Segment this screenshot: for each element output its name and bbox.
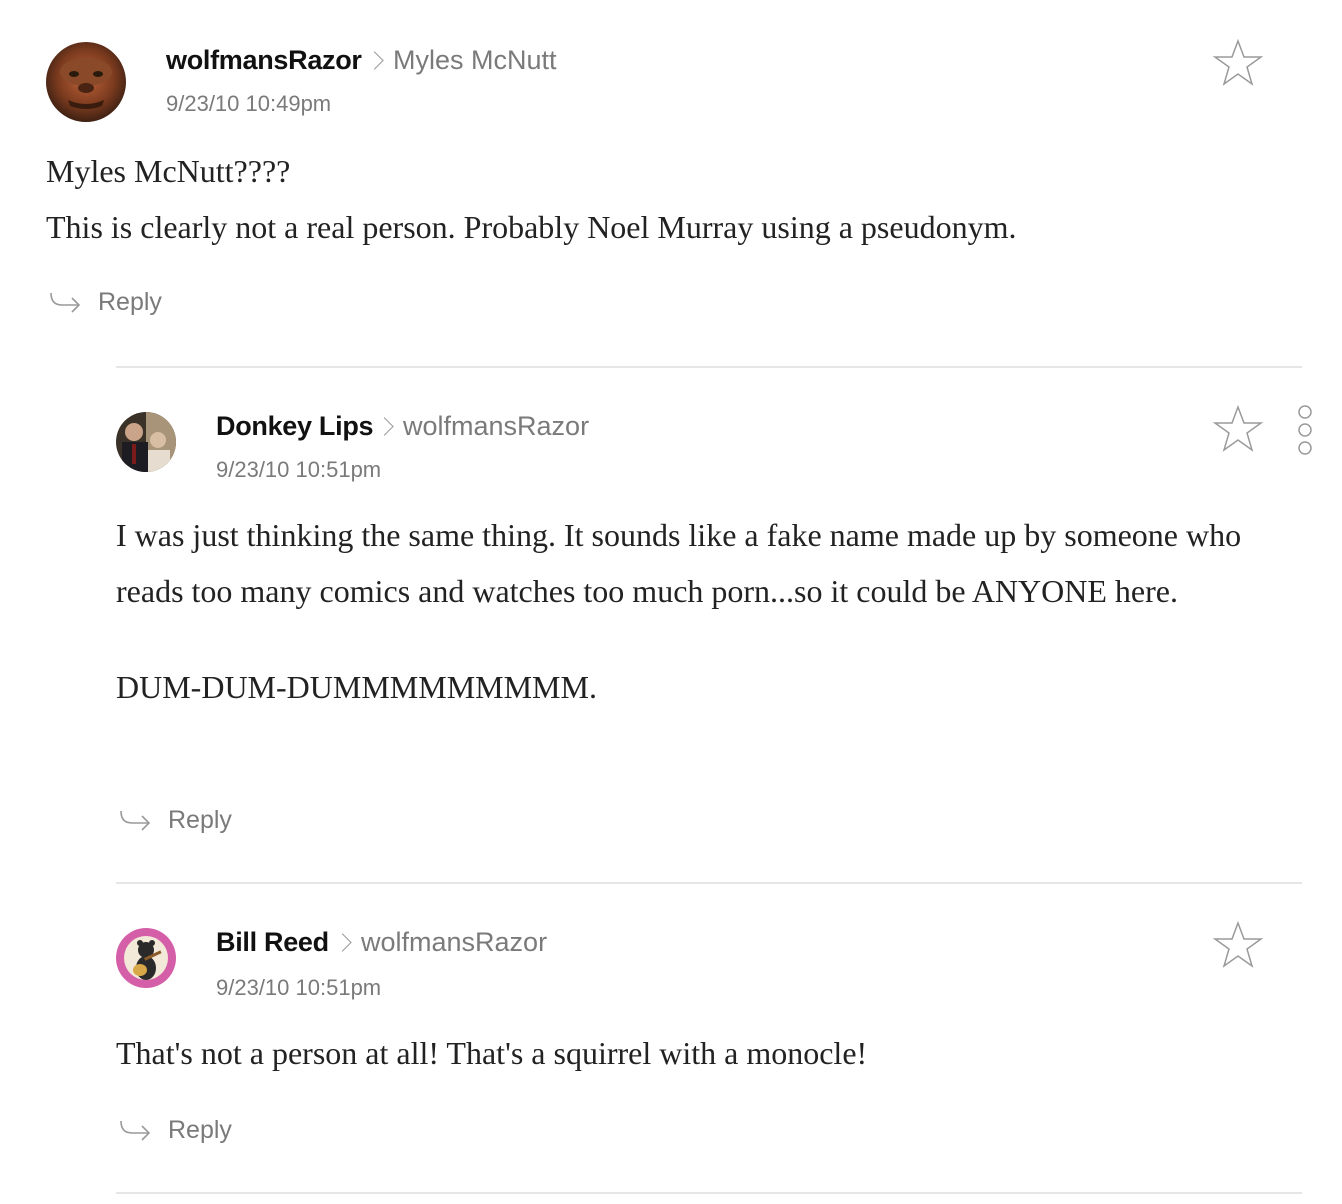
reply-button[interactable]: Reply	[118, 806, 232, 835]
comment-paragraph: That's not a person at all! That's a squ…	[116, 1035, 868, 1071]
star-icon[interactable]	[1212, 38, 1264, 88]
comment-paragraph: I was just thinking the same thing. It s…	[116, 517, 1242, 609]
avatar[interactable]	[116, 412, 176, 472]
author-name[interactable]: Donkey Lips	[216, 411, 374, 442]
reply-to-name[interactable]: wolfmansRazor	[361, 927, 547, 958]
photo-avatar-icon	[116, 412, 176, 472]
timestamp[interactable]: 9/23/10 10:51pm	[216, 457, 381, 483]
comment-paragraph: This is clearly not a real person. Proba…	[46, 209, 1017, 245]
divider	[116, 882, 1302, 884]
reply-arrow-icon	[120, 1120, 151, 1141]
author-name[interactable]: Bill Reed	[216, 927, 329, 958]
divider	[116, 1192, 1302, 1194]
comment-body: Myles McNutt???? This is clearly not a r…	[46, 143, 1296, 255]
reply-button[interactable]: Reply	[118, 1116, 232, 1145]
reply-button[interactable]: Reply	[48, 288, 162, 317]
star-icon[interactable]	[1212, 920, 1264, 970]
chevron-right-icon	[333, 933, 352, 952]
reply-to-name[interactable]: Myles McNutt	[393, 45, 557, 76]
reply-label: Reply	[168, 1116, 232, 1144]
avatar[interactable]	[116, 928, 176, 988]
chevron-right-icon	[375, 417, 394, 436]
chevron-right-icon	[365, 51, 384, 70]
comment-body: I was just thinking the same thing. It s…	[116, 507, 1296, 715]
reply-to[interactable]: wolfmansRazor	[375, 411, 589, 442]
comment-paragraph: Myles McNutt????	[46, 153, 291, 189]
reply-to-name[interactable]: wolfmansRazor	[403, 411, 589, 442]
author-name[interactable]: wolfmansRazor	[166, 45, 362, 76]
timestamp[interactable]: 9/23/10 10:49pm	[166, 91, 331, 117]
timestamp[interactable]: 9/23/10 10:51pm	[216, 975, 381, 1001]
reply-arrow-icon	[120, 810, 151, 831]
divider	[116, 366, 1302, 368]
werewolf-avatar-icon	[46, 42, 126, 122]
reply-label: Reply	[168, 806, 232, 834]
reply-label: Reply	[98, 288, 162, 316]
avatar[interactable]	[46, 42, 126, 122]
comment-paragraph: DUM-DUM-DUMMMMMMMMM.	[116, 669, 597, 705]
star-icon[interactable]	[1212, 404, 1264, 454]
guitar-bear-avatar-icon	[116, 928, 176, 988]
reply-to[interactable]: Myles McNutt	[365, 45, 557, 76]
reply-arrow-icon	[50, 292, 81, 313]
more-options-icon[interactable]	[1294, 404, 1316, 456]
reply-to[interactable]: wolfmansRazor	[333, 927, 547, 958]
comment-body: That's not a person at all! That's a squ…	[116, 1025, 1296, 1081]
